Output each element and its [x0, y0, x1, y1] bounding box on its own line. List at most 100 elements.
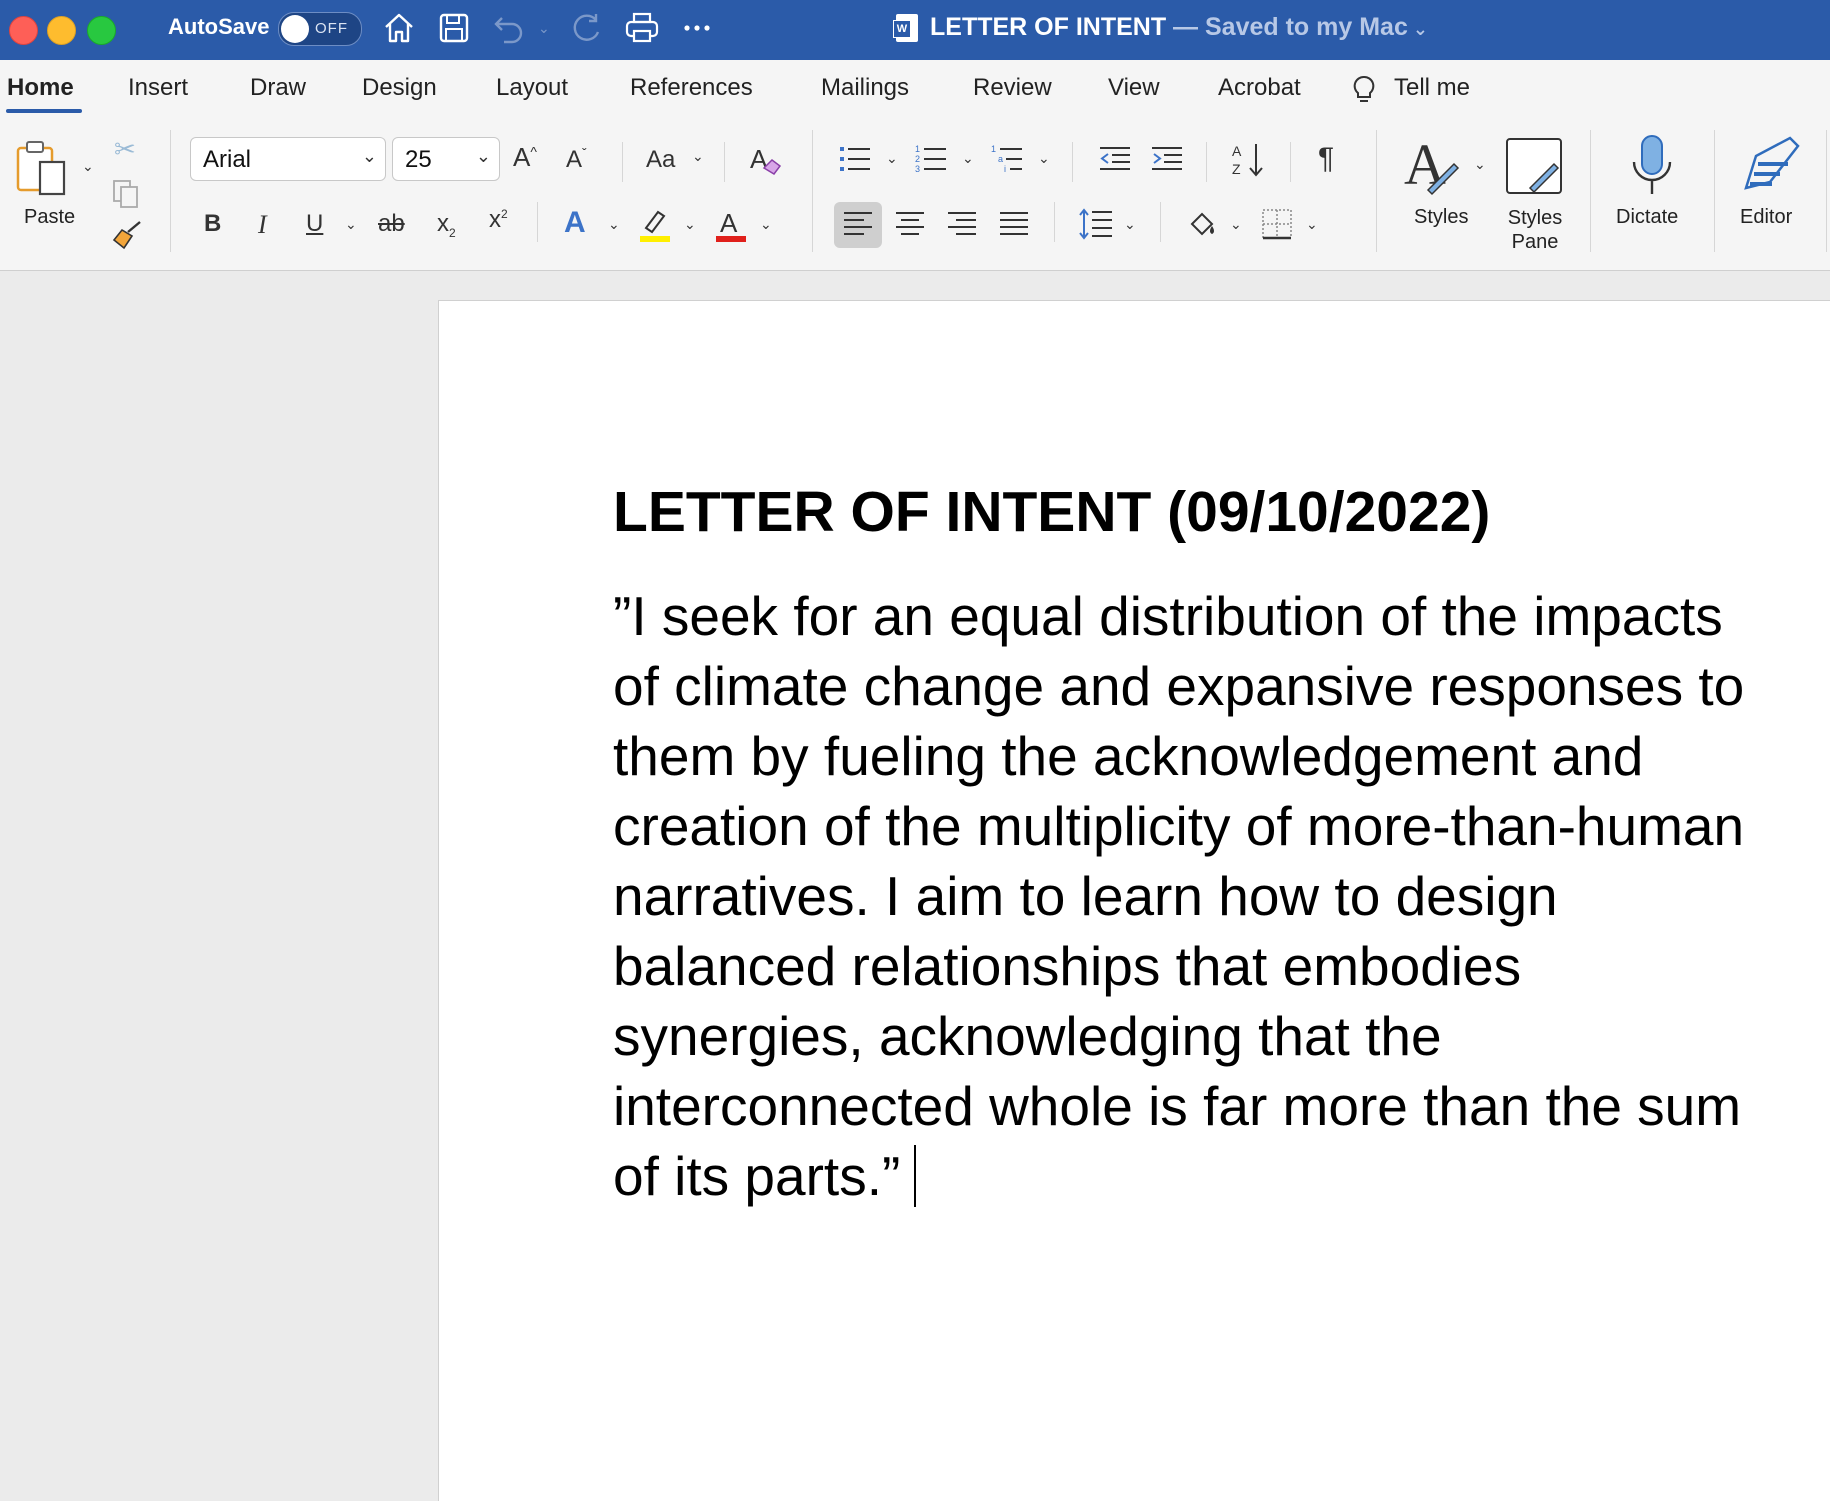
multilevel-list-chevron-icon[interactable]: ⌄ [1038, 150, 1050, 167]
font-name-dropdown[interactable]: Arial ⌄ [190, 137, 386, 181]
save-icon[interactable] [438, 10, 470, 46]
ribbon-separator [1206, 142, 1207, 182]
tab-draw[interactable]: Draw [250, 74, 306, 102]
body-paragraph: ”I seek for an equal distribution of the… [613, 585, 1745, 1207]
shading-icon[interactable] [1186, 206, 1220, 242]
justify-icon[interactable] [998, 208, 1030, 240]
font-name-value: Arial [203, 146, 252, 173]
text-effects-icon[interactable]: A [564, 208, 586, 238]
italic-icon[interactable]: I [258, 212, 267, 238]
clear-formatting-icon[interactable]: A [748, 142, 784, 178]
underline-icon[interactable]: U [306, 212, 323, 236]
multilevel-list-icon[interactable]: 1ai [990, 142, 1024, 176]
bold-icon[interactable]: B [204, 212, 221, 236]
print-icon[interactable] [624, 10, 660, 46]
increase-indent-icon[interactable] [1150, 142, 1184, 176]
svg-text:3: 3 [915, 164, 920, 174]
format-painter-icon[interactable] [110, 220, 144, 254]
change-case-button[interactable]: Aa [646, 148, 675, 172]
sort-icon[interactable]: AZ [1230, 140, 1266, 180]
ribbon-separator [1054, 202, 1055, 242]
undo-icon[interactable] [492, 10, 526, 46]
styles-chevron-icon[interactable]: ⌄ [1474, 156, 1486, 173]
styles-pane-label: Styles Pane [1507, 207, 1563, 253]
align-left-icon[interactable] [842, 208, 874, 240]
home-icon[interactable] [382, 10, 416, 46]
borders-icon[interactable] [1260, 206, 1294, 242]
autosave-state: OFF [315, 20, 348, 37]
line-spacing-icon[interactable] [1078, 206, 1114, 242]
tell-me-search[interactable]: Tell me [1394, 74, 1470, 102]
active-tab-indicator [6, 109, 82, 113]
styles-pane-icon[interactable] [1504, 136, 1564, 198]
line-spacing-chevron-icon[interactable]: ⌄ [1124, 216, 1136, 233]
lightbulb-icon [1353, 75, 1375, 102]
styles-label: Styles [1414, 206, 1469, 228]
bullets-icon[interactable] [838, 142, 872, 176]
increase-font-size-icon[interactable]: A^ [513, 144, 537, 170]
ribbon-separator [170, 130, 171, 252]
editor-icon[interactable] [1740, 134, 1802, 196]
document-page[interactable]: LETTER OF INTENT (09/10/2022) ”I seek fo… [438, 300, 1830, 1501]
ribbon-separator [1714, 130, 1715, 252]
tab-acrobat[interactable]: Acrobat [1218, 74, 1301, 102]
chevron-down-icon: ⌄ [475, 146, 491, 166]
minimize-window-button[interactable] [47, 16, 76, 45]
show-paragraph-marks-icon[interactable]: ¶ [1318, 144, 1334, 174]
svg-text:2: 2 [915, 154, 920, 164]
undo-dropdown-chevron-icon[interactable]: ⌄ [538, 20, 550, 37]
svg-text:1: 1 [915, 144, 920, 154]
word-document-icon [893, 14, 918, 42]
numbering-chevron-icon[interactable]: ⌄ [962, 150, 974, 167]
shading-chevron-icon[interactable]: ⌄ [1230, 216, 1242, 233]
font-size-dropdown[interactable]: 25 ⌄ [392, 137, 500, 181]
tab-home[interactable]: Home [7, 74, 74, 102]
highlight-chevron-icon[interactable]: ⌄ [684, 216, 696, 233]
tab-references[interactable]: References [630, 74, 753, 102]
underline-chevron-icon[interactable]: ⌄ [345, 216, 357, 233]
zoom-window-button[interactable] [87, 16, 116, 45]
numbering-icon[interactable]: 123 [914, 142, 948, 176]
svg-text:A: A [1232, 143, 1242, 159]
saved-status: — Saved to my Mac [1166, 13, 1408, 41]
tab-design[interactable]: Design [362, 74, 437, 102]
more-options-icon[interactable] [682, 10, 712, 46]
tab-view[interactable]: View [1108, 74, 1160, 102]
redo-icon[interactable] [568, 10, 604, 46]
decrease-font-size-icon[interactable]: Aˇ [566, 146, 587, 172]
microphone-icon[interactable] [1630, 134, 1674, 200]
tab-insert[interactable]: Insert [128, 74, 188, 102]
tab-layout[interactable]: Layout [496, 74, 568, 102]
ribbon-separator [1072, 142, 1073, 182]
close-window-button[interactable] [9, 16, 38, 45]
document-title[interactable]: LETTER OF INTENT — Saved to my Mac ⌄ [930, 13, 1428, 42]
editor-label: Editor [1740, 206, 1793, 228]
text-effects-chevron-icon[interactable]: ⌄ [608, 216, 620, 233]
change-case-chevron-icon[interactable]: ⌄ [692, 148, 704, 165]
paste-icon[interactable] [14, 138, 74, 200]
highlight-icon[interactable] [638, 206, 672, 244]
title-chevron-down-icon: ⌄ [1407, 19, 1428, 39]
subscript-icon[interactable]: x2 [437, 212, 456, 239]
font-color-icon[interactable]: A [714, 206, 748, 244]
align-right-icon[interactable] [946, 208, 978, 240]
paste-label: Paste [24, 206, 76, 228]
ribbon-separator [1290, 142, 1291, 182]
strikethrough-icon[interactable]: ab [378, 212, 405, 236]
tab-mailings[interactable]: Mailings [821, 74, 909, 102]
autosave-toggle[interactable]: OFF [278, 12, 362, 46]
cut-icon[interactable]: ✂ [114, 136, 136, 162]
styles-icon[interactable]: A [1404, 134, 1460, 196]
svg-text:A: A [720, 208, 738, 238]
borders-chevron-icon[interactable]: ⌄ [1306, 216, 1318, 233]
document-body-text[interactable]: ”I seek for an equal distribution of the… [613, 581, 1763, 1211]
toggle-knob [281, 15, 309, 43]
font-color-chevron-icon[interactable]: ⌄ [760, 216, 772, 233]
decrease-indent-icon[interactable] [1098, 142, 1132, 176]
tab-review[interactable]: Review [973, 74, 1052, 102]
paste-dropdown-chevron-icon[interactable]: ⌄ [82, 158, 94, 175]
align-center-icon[interactable] [894, 208, 926, 240]
copy-icon[interactable] [110, 178, 142, 210]
bullets-chevron-icon[interactable]: ⌄ [886, 150, 898, 167]
superscript-icon[interactable]: x2 [489, 208, 508, 232]
